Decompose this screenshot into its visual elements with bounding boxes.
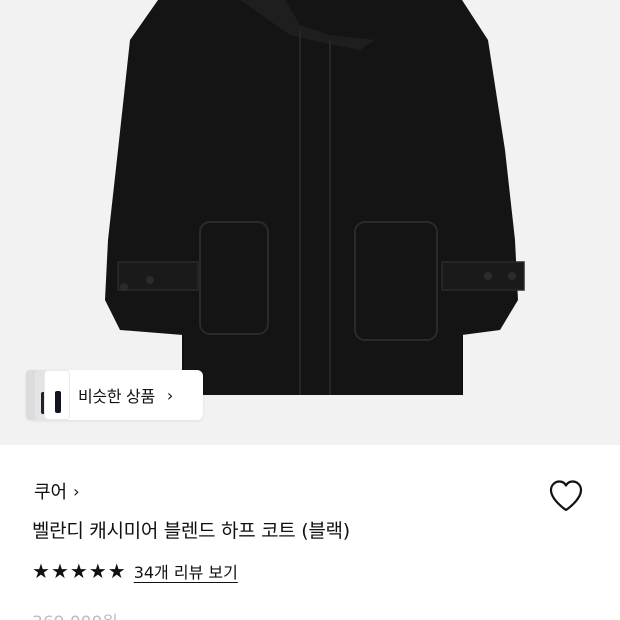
brand-name: 쿠어: [34, 482, 68, 503]
heart-outline-icon[interactable]: [546, 476, 586, 516]
similar-thumbnail: [44, 370, 70, 420]
similar-thumbnails: [26, 370, 70, 420]
rating-row: ★ ★ ★ ★ ★ 34개 리뷰 보기: [32, 559, 238, 583]
star-filled-icon: ★: [107, 559, 126, 583]
similar-products-button[interactable]: 비슷한 상품 ›: [26, 370, 203, 420]
original-price: 369,000원: [32, 608, 118, 620]
star-filled-icon: ★: [50, 559, 69, 583]
brand-link[interactable]: 쿠어 ›: [34, 478, 80, 504]
product-image[interactable]: 비슷한 상품 ›: [0, 0, 620, 445]
chevron-right-icon: ›: [166, 385, 174, 405]
reviews-link[interactable]: 34개 리뷰 보기: [134, 559, 238, 583]
rating-stars: ★ ★ ★ ★ ★: [32, 561, 126, 581]
similar-products-label: 비슷한 상품: [78, 387, 155, 406]
product-title: 벨란디 캐시미어 블렌드 하프 코트 (블랙): [32, 520, 350, 542]
star-filled-icon: ★: [88, 559, 107, 583]
chevron-right-icon: ›: [73, 481, 80, 501]
star-filled-icon: ★: [69, 559, 88, 583]
star-filled-icon: ★: [32, 559, 50, 583]
